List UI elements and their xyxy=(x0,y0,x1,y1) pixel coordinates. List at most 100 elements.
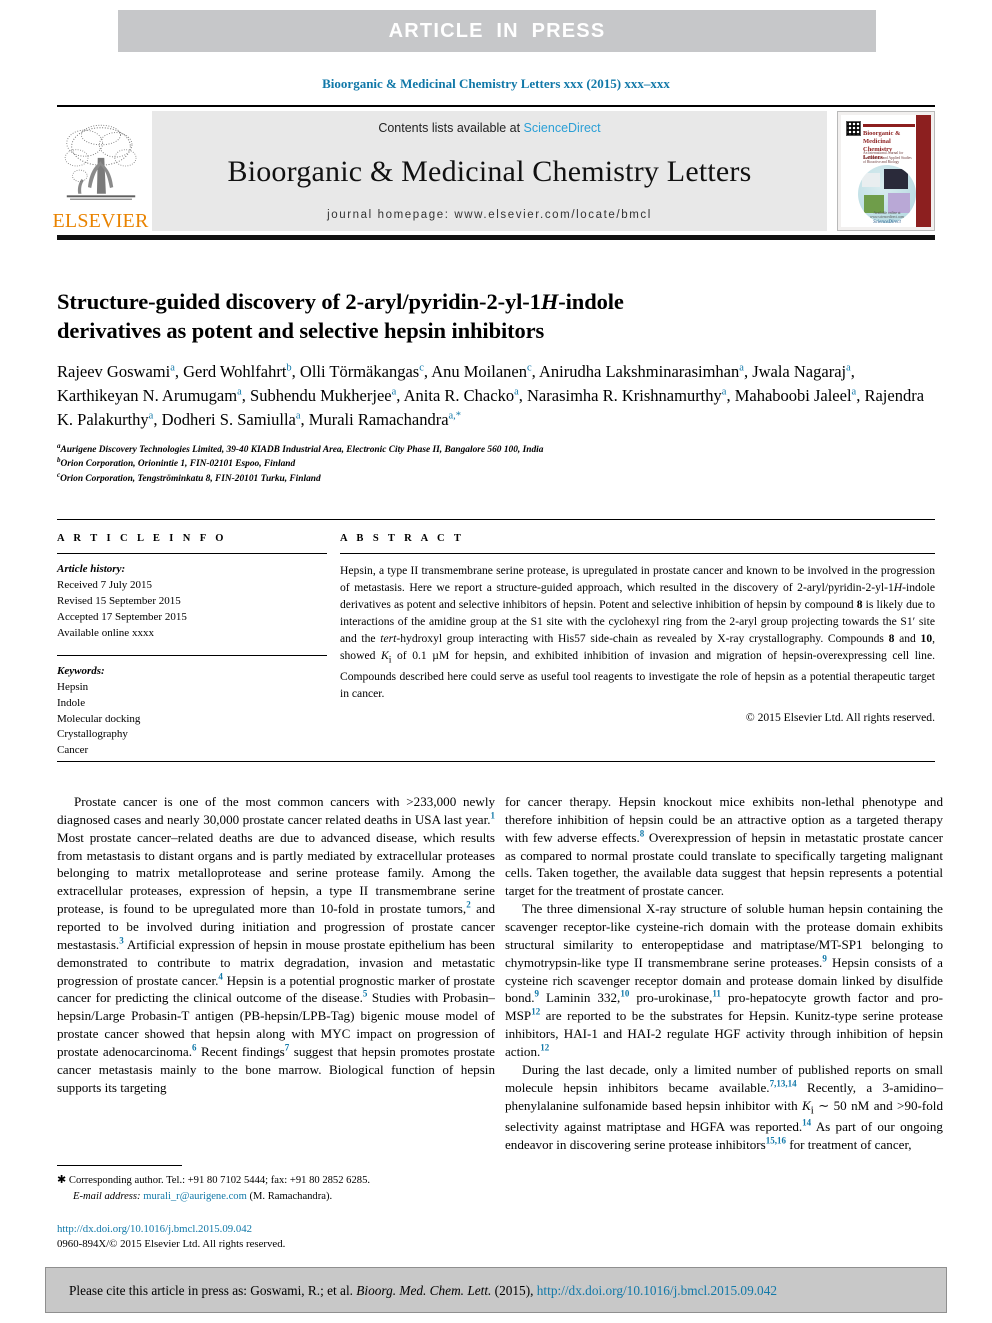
affiliation-item: aAurigene Discovery Technologies Limited… xyxy=(57,442,935,458)
author-name: Murali Ramachandra xyxy=(308,409,449,429)
author-affiliation-marker: c xyxy=(527,362,532,373)
paper-title-italic-H: H xyxy=(540,289,559,314)
affiliation-item: cOrion Corporation, Tengströminkatu 8, F… xyxy=(57,471,935,487)
author-affiliation-marker: a xyxy=(721,386,727,398)
corresponding-author-text: Corresponding author. Tel.: +91 80 7102 … xyxy=(68,1175,371,1186)
masthead-bottom-rule xyxy=(57,235,935,240)
author-affiliation-marker: a xyxy=(148,410,154,422)
masthead-top-rule xyxy=(57,105,935,107)
author-name: Karthikeyan N. Arumugam xyxy=(57,385,238,405)
author-list: Rajeev Goswamia, Gerd Wohlfahrtb, Olli T… xyxy=(57,361,925,429)
author-affiliation-marker: a xyxy=(391,386,397,398)
doi-link[interactable]: http://dx.doi.org/10.1016/j.bmcl.2015.09… xyxy=(57,1222,495,1237)
article-in-press-banner: ARTICLE IN PRESS xyxy=(118,10,876,52)
keyword-item: Molecular docking xyxy=(57,712,141,725)
cover-red-bar xyxy=(916,115,931,227)
journal-running-head: Bioorganic & Medicinal Chemistry Letters… xyxy=(322,76,670,91)
author-affiliation-marker: a xyxy=(514,386,519,398)
article-info-block: A R T I C L E I N F O Article history: R… xyxy=(57,533,327,759)
body-paragraph: Prostate cancer is one of the most commo… xyxy=(57,794,495,1095)
cite-year: (2015), xyxy=(491,1283,537,1298)
cite-this-article-text: Please cite this article in press as: Go… xyxy=(46,1268,946,1314)
elsevier-logo: ELSEVIER xyxy=(52,111,152,231)
keyword-item: Hepsin xyxy=(57,680,89,693)
affiliation-text: Aurigene Discovery Technologies Limited,… xyxy=(60,444,544,455)
author-name: Mahaboobi Jaleel xyxy=(734,385,852,405)
body-paragraph: for cancer therapy. Hepsin knockout mice… xyxy=(505,794,943,899)
paper-title-line1-b: -indole xyxy=(558,289,624,314)
cite-prefix: Please cite this article in press as: Go… xyxy=(69,1283,357,1298)
info-band-top-rule xyxy=(57,519,935,520)
article-in-press-label: ARTICLE IN PRESS xyxy=(388,20,606,42)
info-band-bottom-rule xyxy=(57,761,935,762)
article-history-item: Accepted 17 September 2015 xyxy=(57,610,187,623)
keyword-lines: Hepsin Indole Molecular docking Crystallogr… xyxy=(57,680,327,760)
journal-masthead: ELSEVIER Contents lists available at Sci… xyxy=(52,105,935,240)
page-title: Structure-guided discovery of 2-aryl/pyr… xyxy=(57,287,935,346)
article-info-rule-1 xyxy=(57,553,327,554)
asterisk-icon: ✱ xyxy=(57,1174,67,1186)
elsevier-wordmark: ELSEVIER xyxy=(52,210,149,232)
author-name: Rajeev Goswami xyxy=(57,361,171,381)
cite-journal-name: Bioorg. Med. Chem. Lett. xyxy=(356,1283,492,1298)
author-affiliation-marker: a xyxy=(846,362,851,373)
journal-homepage-line[interactable]: journal homepage: www.elsevier.com/locat… xyxy=(327,209,652,221)
sciencedirect-link[interactable]: ScienceDirect xyxy=(524,121,601,135)
author-name: Subhendu Mukherjee xyxy=(250,385,392,405)
affiliation-text: Orion Corporation, Orionintie 1, FIN-021… xyxy=(60,459,296,470)
keyword-item: Cancer xyxy=(57,744,89,757)
journal-cover-inner: Bioorganic & Medicinal Chemistry Letters… xyxy=(841,115,931,227)
cover-footer-text: Available online at www.sciencedirect.co… xyxy=(869,211,905,219)
paper-title-line1-a: Structure-guided discovery of 2-aryl/pyr… xyxy=(57,289,541,314)
footnote-block: ✱ Corresponding author. Tel.: +91 80 710… xyxy=(57,1172,495,1204)
body-paragraph: During the last decade, only a limited n… xyxy=(505,1061,943,1152)
author-affiliation-marker: a xyxy=(237,386,242,398)
abstract-block: A B S T R A C T Hepsin, a type II transm… xyxy=(340,533,935,724)
keyword-item: Indole xyxy=(57,696,86,709)
keyword-item: Crystallography xyxy=(57,728,128,741)
journal-title: Bioorganic & Medicinal Chemistry Letters xyxy=(227,155,752,188)
article-history-item: Available online xxxx xyxy=(57,626,154,639)
cite-doi-link[interactable]: http://dx.doi.org/10.1016/j.bmcl.2015.09… xyxy=(537,1283,777,1298)
contents-lists-prefix: Contents lists available at xyxy=(378,121,524,135)
cover-journal-subtitle: An International Journal for Fundamental… xyxy=(863,151,912,165)
title-block: Structure-guided discovery of 2-aryl/pyr… xyxy=(57,287,935,486)
author-name: Narasimha R. Krishnamurthy xyxy=(527,385,722,405)
body-column-left: Prostate cancer is one of the most commo… xyxy=(57,793,495,1097)
contents-lists-line: Contents lists available at ScienceDirec… xyxy=(378,121,600,135)
author-name: Anu Moilanen xyxy=(431,361,527,381)
elsevier-tree-icon xyxy=(64,124,136,200)
body-paragraph: The three dimensional X-ray structure of… xyxy=(505,901,943,1060)
email-address-link[interactable]: murali_r@aurigene.com xyxy=(143,1191,247,1202)
author-affiliation-marker: a xyxy=(851,386,857,398)
qr-code-icon xyxy=(846,121,861,136)
abstract-copyright: © 2015 Elsevier Ltd. All rights reserved… xyxy=(745,710,935,724)
abstract-text: Hepsin, a type II transmembrane serine p… xyxy=(340,564,936,700)
issn-copyright: 0960-894X/© 2015 Elsevier Ltd. All right… xyxy=(57,1238,286,1251)
affiliation-list: aAurigene Discovery Technologies Limited… xyxy=(57,442,935,487)
author-name: Gerd Wohlfahrt xyxy=(183,361,287,381)
journal-cover-thumbnail[interactable]: Bioorganic & Medicinal Chemistry Letters… xyxy=(837,111,935,231)
affiliation-item: bOrion Corporation, Orionintie 1, FIN-02… xyxy=(57,457,935,472)
author-name: Dodheri S. Samiulla xyxy=(161,409,296,429)
footnote-separator-rule xyxy=(57,1165,182,1166)
author-affiliation-marker: c xyxy=(419,362,424,373)
email-address-label: E-mail address: xyxy=(73,1190,141,1202)
cover-sciencedirect-brand: ScienceDirect xyxy=(873,220,901,225)
author-name: Jwala Nagaraj xyxy=(752,361,847,381)
body-column-right: for cancer therapy. Hepsin knockout mice… xyxy=(505,793,943,1154)
abstract-rule xyxy=(340,553,935,554)
corresponding-author-note: ✱ Corresponding author. Tel.: +91 80 710… xyxy=(57,1172,495,1189)
masthead-center-panel: Contents lists available at ScienceDirec… xyxy=(152,111,827,231)
article-history-label: Article history: xyxy=(57,563,126,575)
article-info-heading: A R T I C L E I N F O xyxy=(57,533,227,544)
keywords-label: Keywords: xyxy=(57,664,105,677)
article-history-item: Received 7 July 2015 xyxy=(57,578,153,591)
paper-title-line2: derivatives as potent and selective heps… xyxy=(57,318,545,344)
issn-doi-block: http://dx.doi.org/10.1016/j.bmcl.2015.09… xyxy=(57,1222,495,1253)
author-affiliation-marker: a xyxy=(295,410,301,422)
email-note: E-mail address: murali_r@aurigene.com (M… xyxy=(57,1189,495,1205)
article-info-rule-2 xyxy=(57,654,327,656)
author-name: Anita R. Chacko xyxy=(403,385,515,405)
cover-top-line xyxy=(863,124,915,127)
